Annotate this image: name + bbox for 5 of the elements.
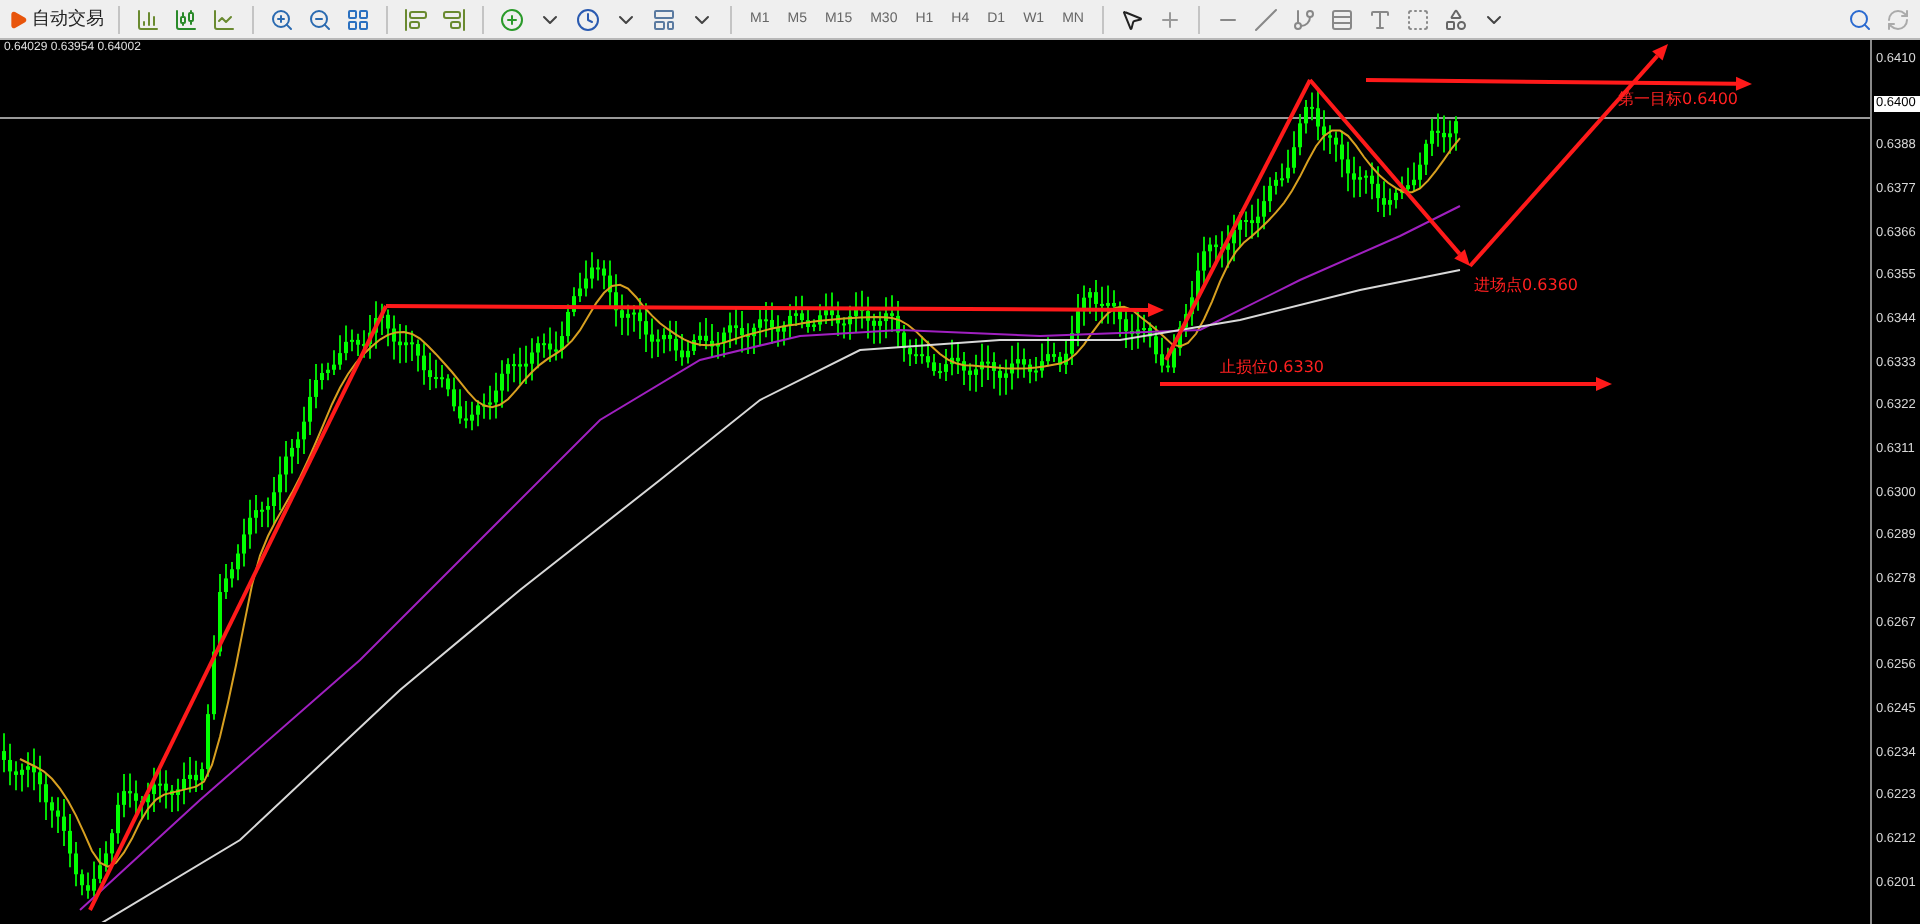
chart-annotation: 第一目标0.6400 (1618, 90, 1738, 108)
chart-annotation: 止损位0.6330 (1220, 358, 1324, 376)
chart-annotation: 进场点0.6360 (1474, 276, 1578, 294)
autotrade-button[interactable]: 自动交易 (4, 1, 108, 37)
play-icon (8, 9, 28, 29)
